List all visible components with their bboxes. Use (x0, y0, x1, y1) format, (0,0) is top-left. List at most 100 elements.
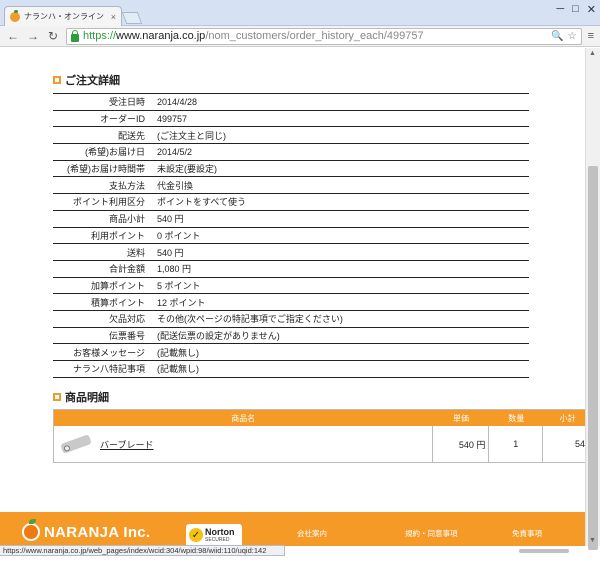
order-details-title: ご注文詳細 (65, 75, 120, 87)
detail-label: 商品小計 (53, 210, 151, 228)
section-bullet-icon (53, 393, 61, 401)
detail-value: 12 ポイント (151, 293, 529, 311)
items-title: 商品明細 (65, 392, 109, 404)
site-footer: NARANJA Inc. ✓ Norton SECURED 会社案内 規約・同意… (0, 512, 585, 546)
detail-value: (配送伝票の設定がありません) (151, 327, 529, 345)
reload-icon[interactable]: ↻ (46, 29, 60, 43)
detail-value: ポイントをすべて使う (151, 193, 529, 211)
close-window-button[interactable]: ✕ (587, 3, 596, 16)
table-row: バーブレード 540 円 1 540 (54, 426, 585, 462)
footer-link-disclaimer[interactable]: 免責事項 (512, 528, 542, 539)
tab-title: ナランハ・オンライン・メンバー (24, 12, 107, 21)
bookmark-star-icon[interactable]: ☆ (568, 31, 577, 42)
detail-label: オーダーID (53, 110, 151, 128)
footer-link-company[interactable]: 会社案内 (297, 528, 327, 539)
detail-value: 540 円 (151, 210, 529, 228)
detail-label: 伝票番号 (53, 327, 151, 345)
detail-label: 受注日時 (53, 93, 151, 111)
detail-value: 代金引換 (151, 176, 529, 195)
items-table: 商品名 単価 数量 小計 バーブレード 540 円 1 540 (53, 409, 585, 463)
detail-value: 2014/5/2 (151, 143, 529, 161)
detail-row: 商品小計 540 円 (53, 210, 529, 228)
naranja-favicon-icon (10, 9, 20, 22)
zoom-icon[interactable]: 🔍 (551, 31, 563, 42)
detail-row: (希望)お届け時間帯 未設定(要設定) (53, 160, 529, 178)
maximize-button[interactable]: □ (572, 3, 579, 16)
checkmark-icon: ✓ (189, 528, 203, 542)
detail-value: 0 ポイント (151, 227, 529, 245)
detail-row: 伝票番号 (配送伝票の設定がありません) (53, 327, 529, 345)
detail-row: 積算ポイント 12 ポイント (53, 293, 529, 311)
naranja-logo[interactable]: NARANJA Inc. (22, 519, 151, 541)
section-bullet-icon (53, 76, 61, 84)
scroll-thumb[interactable] (588, 166, 598, 550)
detail-label: 積算ポイント (53, 293, 151, 311)
detail-label: お客様メッセージ (53, 343, 151, 361)
url-scheme: https:// (83, 30, 117, 42)
item-price: 540 円 (433, 426, 490, 462)
status-url-bubble: https://www.naranja.co.jp/web_pages/inde… (0, 545, 285, 556)
browser-titlebar: ナランハ・オンライン・メンバー × ─ □ ✕ (0, 0, 600, 26)
scroll-down-arrow-icon[interactable]: ▼ (589, 537, 596, 544)
detail-row: 支払方法 代金引換 (53, 176, 529, 195)
detail-label: 合計金額 (53, 260, 151, 278)
url-path: /nom_customers/order_history_each/499757 (205, 30, 424, 42)
detail-row: 利用ポイント 0 ポイント (53, 227, 529, 245)
detail-value: その他(次ページの特記事項でご指定ください) (151, 310, 529, 328)
norton-sublabel: SECURED (205, 536, 230, 543)
detail-value: 2014/4/28 (151, 93, 529, 111)
item-qty: 1 (489, 426, 544, 462)
detail-label: 加算ポイント (53, 277, 151, 295)
detail-row: 受注日時 2014/4/28 (53, 93, 529, 111)
forward-arrow-icon[interactable]: → (26, 29, 40, 43)
detail-value: (記載無し) (151, 343, 529, 361)
detail-label: 欠品対応 (53, 310, 151, 328)
logo-text: NARANJA Inc. (44, 523, 151, 541)
header-name: 商品名 (231, 413, 256, 423)
detail-row: お客様メッセージ (記載無し) (53, 343, 529, 361)
tab-close-icon[interactable]: × (111, 12, 116, 22)
header-price: 単価 (452, 413, 469, 423)
detail-row: 合計金額 1,080 円 (53, 260, 529, 278)
detail-label: (希望)お届け日 (53, 143, 151, 161)
detail-row: 送料 540 円 (53, 243, 529, 261)
detail-label: 送料 (53, 243, 151, 261)
order-details-heading: ご注文詳細 (53, 72, 120, 88)
browser-toolbar: ← → ↻ https://www.naranja.co.jp/nom_cust… (0, 26, 600, 47)
footer-link-terms[interactable]: 規約・同意事項 (405, 528, 458, 539)
detail-label: 配送先 (53, 126, 151, 145)
product-thumbnail[interactable] (60, 434, 92, 454)
norton-label: Norton (205, 526, 235, 537)
detail-value: (記載無し) (151, 360, 529, 378)
browser-tab[interactable]: ナランハ・オンライン・メンバー × (4, 6, 122, 26)
items-table-header: 商品名 単価 数量 小計 (54, 410, 585, 426)
window-controls: ─ □ ✕ (556, 3, 596, 16)
detail-row: (希望)お届け日 2014/5/2 (53, 143, 529, 161)
detail-row: ナラン八特記事項 (記載無し) (53, 360, 529, 378)
detail-row: 配送先 (ご注文主と同じ) (53, 126, 529, 145)
detail-row: オーダーID 499757 (53, 110, 529, 128)
new-tab-button[interactable] (121, 12, 143, 24)
lock-icon (71, 29, 79, 42)
detail-row: ポイント利用区分 ポイントをすべて使う (53, 193, 529, 211)
minimize-button[interactable]: ─ (556, 3, 564, 16)
back-arrow-icon[interactable]: ← (6, 29, 20, 43)
detail-label: ポイント利用区分 (53, 193, 151, 211)
horizontal-scrollbar[interactable] (285, 546, 585, 556)
scroll-up-arrow-icon[interactable]: ▲ (589, 50, 596, 57)
hscroll-thumb[interactable] (519, 549, 569, 553)
address-bar[interactable]: https://www.naranja.co.jp/nom_customers/… (66, 27, 582, 45)
detail-value: 未設定(要設定) (151, 160, 529, 178)
url-host: www.naranja.co.jp (116, 30, 206, 42)
item-subtotal: 540 (574, 439, 585, 449)
detail-row: 加算ポイント 5 ポイント (53, 277, 529, 295)
order-details-table: 受注日時 2014/4/28 オーダーID 499757 配送先 (ご注文主と同じ) (希望… (53, 93, 529, 378)
norton-badge[interactable]: ✓ Norton SECURED (186, 524, 242, 546)
detail-label: 支払方法 (53, 176, 151, 195)
vertical-scrollbar[interactable]: ▲ ▼ (585, 48, 600, 550)
detail-value: (ご注文主と同じ) (151, 126, 529, 145)
browser-menu-icon[interactable]: ≡ (588, 30, 594, 42)
header-qty: 数量 (508, 413, 525, 423)
product-link[interactable]: バーブレード (100, 438, 153, 451)
detail-label: (希望)お届け時間帯 (53, 160, 151, 178)
